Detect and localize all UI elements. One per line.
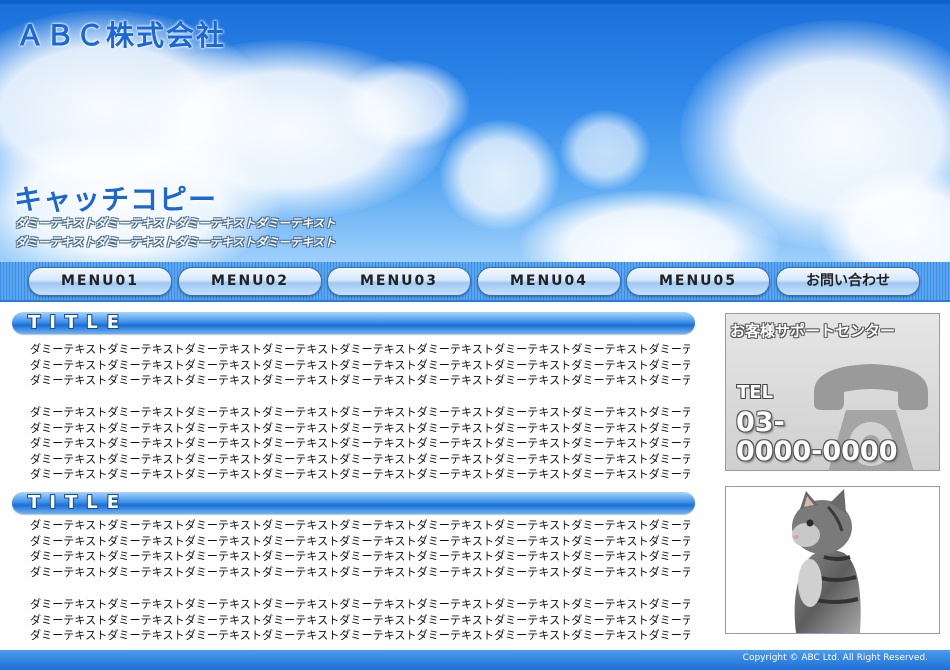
- phone-number-line: 0000-0000: [736, 436, 898, 467]
- body-paragraph: ダミーテキストダミーテキストダミーテキストダミーテキストダミーテキストダミーテキ…: [30, 342, 690, 389]
- section-title: TITLE: [28, 492, 129, 513]
- kitten-photo: [792, 489, 861, 633]
- section-title-bar: TITLE: [12, 312, 695, 334]
- support-heading: お客様サポートセンター: [730, 322, 896, 340]
- text-line: ダミーテキストダミーテキストダミーテキストダミーテキストダミーテキストダミーテキ…: [30, 343, 690, 356]
- catch-copy: キャッチコピー: [14, 183, 218, 216]
- text-line: ダミーテキストダミーテキストダミーテキストダミーテキストダミーテキストダミーテキ…: [30, 374, 690, 388]
- nav-contact-button[interactable]: お問い合わせ: [776, 267, 920, 296]
- text-line: ダミーテキストダミーテキストダミーテキストダミーテキストダミーテキストダミーテキ…: [30, 437, 690, 451]
- text-line: ダミーテキストダミーテキストダミーテキストダミーテキストダミーテキストダミーテキ…: [30, 598, 690, 611]
- catch-sub-line: ダミーテキストダミーテキストダミーテキストダミーテキスト: [15, 216, 336, 230]
- text-line: ダミーテキストダミーテキストダミーテキストダミーテキストダミーテキストダミーテキ…: [30, 421, 690, 435]
- text-line: ダミーテキストダミーテキストダミーテキストダミーテキストダミーテキストダミーテキ…: [30, 358, 690, 372]
- body-paragraph: ダミーテキストダミーテキストダミーテキストダミーテキストダミーテキストダミーテキ…: [30, 518, 690, 580]
- text-line: ダミーテキストダミーテキストダミーテキストダミーテキストダミーテキストダミーテキ…: [30, 534, 690, 548]
- tel-label: TEL: [737, 382, 774, 403]
- text-line: ダミーテキストダミーテキストダミーテキストダミーテキストダミーテキストダミーテキ…: [30, 550, 690, 564]
- text-line: ダミーテキストダミーテキストダミーテキストダミーテキストダミーテキストダミーテキ…: [30, 406, 690, 419]
- section-title: TITLE: [28, 312, 129, 333]
- nav-menu05-button[interactable]: MENU05: [626, 267, 770, 296]
- nav-menu04-button[interactable]: MENU04: [477, 267, 621, 296]
- cloud-shape: [340, 60, 470, 150]
- kitten-image: [725, 486, 940, 634]
- support-center-banner[interactable]: お客様サポートセンター TEL 03- 0000-0000: [725, 313, 940, 471]
- text-line: ダミーテキストダミーテキストダミーテキストダミーテキストダミーテキストダミーテキ…: [30, 468, 690, 482]
- catch-sub-line: ダミーテキストダミーテキストダミーテキストダミーテキスト: [15, 235, 336, 249]
- body-paragraph: ダミーテキストダミーテキストダミーテキストダミーテキストダミーテキストダミーテキ…: [30, 597, 690, 644]
- text-line: ダミーテキストダミーテキストダミーテキストダミーテキストダミーテキストダミーテキ…: [30, 519, 690, 532]
- phone-number-line: 03-: [736, 407, 785, 438]
- copyright-text: Copyright © ABC Ltd. All Right Reserved.: [742, 653, 928, 663]
- global-nav: MENU01 MENU02 MENU03 MENU04 MENU05 お問い合わ…: [0, 262, 950, 302]
- text-line: ダミーテキストダミーテキストダミーテキストダミーテキストダミーテキストダミーテキ…: [30, 452, 690, 466]
- company-logo[interactable]: ＡＢＣ株式会社: [16, 14, 226, 54]
- text-line: ダミーテキストダミーテキストダミーテキストダミーテキストダミーテキストダミーテキ…: [30, 629, 690, 643]
- section-title-bar: TITLE: [12, 492, 695, 514]
- body-paragraph: ダミーテキストダミーテキストダミーテキストダミーテキストダミーテキストダミーテキ…: [30, 405, 690, 483]
- header-banner: ＡＢＣ株式会社 キャッチコピー ダミーテキストダミーテキストダミーテキストダミー…: [0, 0, 950, 262]
- text-line: ダミーテキストダミーテキストダミーテキストダミーテキストダミーテキストダミーテキ…: [30, 613, 690, 627]
- cloud-shape: [560, 110, 650, 190]
- nav-menu01-button[interactable]: MENU01: [28, 267, 172, 296]
- nav-menu02-button[interactable]: MENU02: [178, 267, 322, 296]
- nav-menu03-button[interactable]: MENU03: [327, 267, 471, 296]
- footer-bar: Copyright © ABC Ltd. All Right Reserved.: [0, 650, 950, 670]
- text-line: ダミーテキストダミーテキストダミーテキストダミーテキストダミーテキストダミーテキ…: [30, 565, 690, 579]
